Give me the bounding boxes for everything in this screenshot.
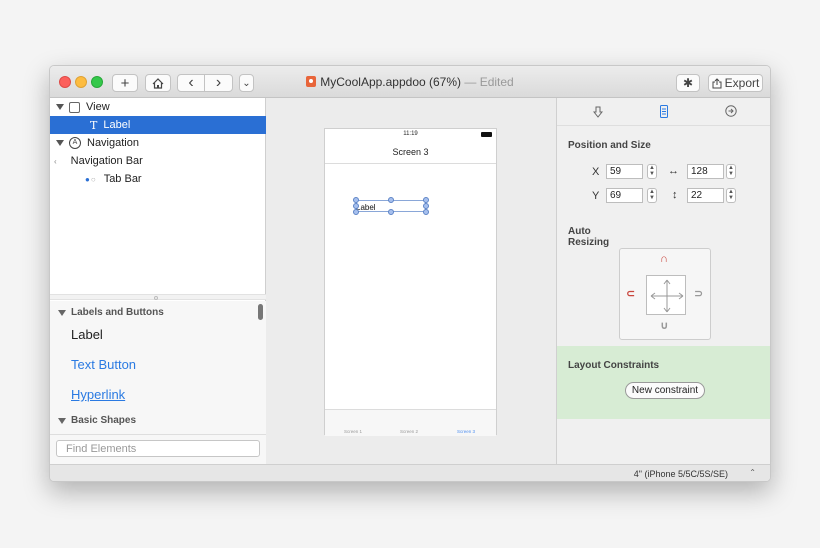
width-stepper[interactable]: ▲ ▼ xyxy=(726,164,736,179)
navbar-divider xyxy=(325,163,496,164)
title-filename: MyCoolApp.appdoo (67%) xyxy=(320,75,462,89)
disclosure-triangle-icon[interactable] xyxy=(56,140,64,146)
pane-divider-handle[interactable] xyxy=(50,294,266,300)
title-bar: + ‹ › ⌄ MyCoolApp.appdoo (67%) — Edited … xyxy=(50,66,770,98)
library-item-hyperlink[interactable]: Hyperlink xyxy=(71,387,125,402)
new-constraint-button[interactable]: New constraint xyxy=(625,382,705,399)
phone-screen[interactable]: 11:19 Screen 3 Label Screen 1 Screen 2 S… xyxy=(324,128,497,436)
arrow-circle-icon[interactable] xyxy=(725,105,737,117)
x-stepper[interactable]: ▲ ▼ xyxy=(647,164,657,179)
inspector-panel: Position and Size X 59 ▲ ▼ ↔ 128 ▲ ▼ Y 69 … xyxy=(556,98,770,464)
x-label: X xyxy=(592,166,600,178)
navigation-icon: A xyxy=(69,137,81,149)
resize-handle[interactable] xyxy=(388,197,394,203)
library-item-label[interactable]: Label xyxy=(71,327,103,342)
screen-title[interactable]: Screen 3 xyxy=(325,147,496,157)
height-field[interactable]: 22 xyxy=(687,188,724,203)
tab-dots-icon: ●○ xyxy=(85,174,97,184)
library-item-text-button[interactable]: Text Button xyxy=(71,357,136,372)
tree-item-navigation[interactable]: A Navigation xyxy=(50,134,266,152)
tree-item-label: Tab Bar xyxy=(103,173,142,185)
export-button[interactable]: Export xyxy=(708,74,763,92)
auto-resizing-line2: Resizing xyxy=(568,237,610,248)
section-title: Basic Shapes xyxy=(71,415,137,426)
y-stepper[interactable]: ▲ ▼ xyxy=(647,188,657,203)
width-icon: ↔ xyxy=(668,165,679,177)
resize-handle[interactable] xyxy=(353,209,359,215)
auto-resizing-widget[interactable]: ∩ ∪ ⊂ ⊃ xyxy=(619,248,711,340)
size-inspector-icon[interactable] xyxy=(660,105,668,118)
device-selector-arrows-icon[interactable]: ⌃ xyxy=(749,468,756,477)
section-title: Labels and Buttons xyxy=(71,307,164,318)
text-t-icon: T xyxy=(90,118,98,132)
tree-item-label: Navigation Bar xyxy=(70,155,143,167)
layout-constraints-section: Layout Constraints New constraint xyxy=(557,346,770,419)
tree-item-label: Label xyxy=(103,119,131,131)
tab-screen-1[interactable]: Screen 1 xyxy=(344,429,362,434)
gear-icon: ✱ xyxy=(682,76,694,90)
auto-resizing-line1: Auto xyxy=(568,226,591,237)
tree-item-label-element[interactable]: T Label xyxy=(50,116,266,134)
magnet-right-icon[interactable]: ⊃ xyxy=(694,287,703,300)
status-bar: 4" (iPhone 5/5C/5S/SE) ⌃ xyxy=(50,464,770,481)
document-icon xyxy=(306,76,317,87)
share-icon xyxy=(712,77,722,88)
resize-handle[interactable] xyxy=(388,209,394,215)
library-section-basic-shapes[interactable]: Basic Shapes xyxy=(58,415,136,426)
device-selector[interactable]: 4" (iPhone 5/5C/5S/SE) xyxy=(634,469,728,479)
export-label: Export xyxy=(724,76,760,90)
tree-item-navigation-bar[interactable]: ‹ Navigation Bar xyxy=(50,152,770,481)
resize-arrows-icon xyxy=(650,279,684,313)
left-sidebar: View T Label A Navigation ‹ Navigation B… xyxy=(50,98,770,481)
window-title: MyCoolApp.appdoo (67%) — Edited xyxy=(50,75,770,89)
title-edited-status: — Edited xyxy=(464,75,514,89)
tree-item-label: Navigation xyxy=(87,137,139,149)
tab-screen-3[interactable]: Screen 3 xyxy=(457,429,475,434)
tab-bar: Screen 1 Screen 2 Screen 3 xyxy=(325,409,496,436)
disclosure-triangle-icon xyxy=(58,309,66,316)
auto-resizing-title: Auto Resizing xyxy=(568,226,609,248)
height-stepper[interactable]: ▲ ▼ xyxy=(726,188,736,203)
resizing-center-box[interactable] xyxy=(646,275,686,315)
library-section-labels-buttons[interactable]: Labels and Buttons xyxy=(58,307,164,318)
navigation-bar-icon: ‹ xyxy=(54,156,57,166)
height-icon: ↕ xyxy=(672,189,678,201)
magnet-bottom-icon[interactable]: ∪ xyxy=(660,319,669,332)
element-library: Labels and Buttons Label Text Button Hyp… xyxy=(50,301,266,434)
tree-item-tab-bar[interactable]: ●○ Tab Bar xyxy=(50,170,266,188)
status-bar-time: 11:19 xyxy=(403,131,418,137)
y-field[interactable]: 69 xyxy=(606,188,643,203)
x-field[interactable]: 59 xyxy=(606,164,643,179)
resize-handle[interactable] xyxy=(423,209,429,215)
settings-button[interactable]: ✱ xyxy=(676,74,700,92)
library-scrollbar[interactable] xyxy=(258,304,263,320)
tab-screen-2[interactable]: Screen 2 xyxy=(400,429,418,434)
find-elements-input[interactable] xyxy=(56,440,260,457)
download-arrow-icon[interactable] xyxy=(593,106,603,118)
position-size-title: Position and Size xyxy=(568,140,651,151)
y-label: Y xyxy=(592,190,600,202)
magnet-top-icon[interactable]: ∩ xyxy=(660,253,668,265)
disclosure-triangle-icon xyxy=(58,417,66,424)
tree-item-label: View xyxy=(86,101,110,113)
inspector-tabs xyxy=(557,98,770,126)
tree-item-view[interactable]: View xyxy=(50,98,266,116)
app-window: + ‹ › ⌄ MyCoolApp.appdoo (67%) — Edited … xyxy=(49,65,771,482)
magnet-left-icon[interactable]: ⊂ xyxy=(626,287,635,300)
design-canvas[interactable]: 11:19 Screen 3 Label Screen 1 Screen 2 S… xyxy=(267,98,556,464)
disclosure-triangle-icon[interactable] xyxy=(56,104,64,110)
view-box-icon xyxy=(69,101,80,113)
layout-constraints-title: Layout Constraints xyxy=(568,360,660,371)
battery-icon xyxy=(481,132,492,137)
width-field[interactable]: 128 xyxy=(687,164,724,179)
